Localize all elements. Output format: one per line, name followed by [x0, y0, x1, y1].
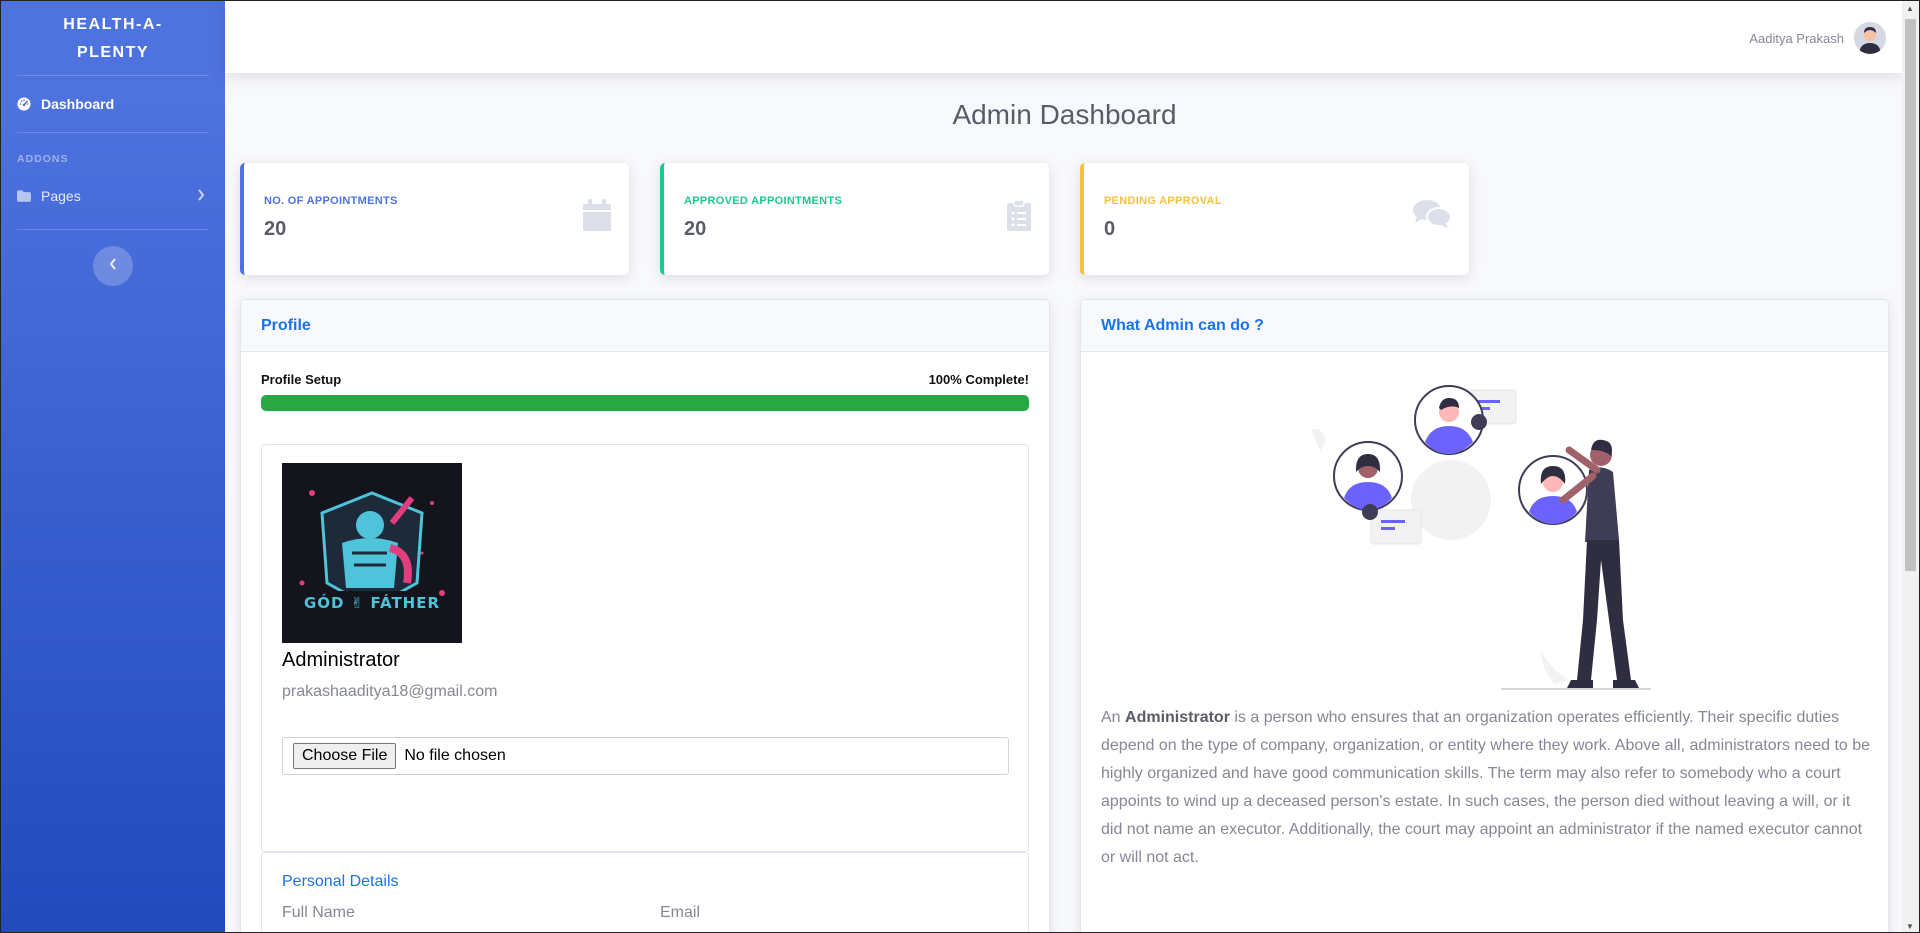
- stat-card-appointments: NO. OF APPOINTMENTS 20: [240, 163, 629, 275]
- profile-complete-label: 100% Complete!: [928, 372, 1029, 387]
- sidebar-item-pages[interactable]: Pages: [1, 177, 225, 215]
- sidebar-heading-addons: ADDONS: [17, 153, 69, 165]
- user-avatar: [1854, 22, 1886, 54]
- admin-desc-bold: Administrator: [1125, 709, 1230, 726]
- brand-line-2: PLENTY: [76, 44, 150, 61]
- stat-card-pending: PENDING APPROVAL 0: [1080, 163, 1469, 275]
- profile-photo-file-input[interactable]: Choose File No file chosen: [282, 737, 1009, 775]
- stat-label: APPROVED APPOINTMENTS: [684, 195, 843, 207]
- sidebar-item-dashboard[interactable]: Dashboard: [1, 76, 225, 132]
- stat-label: PENDING APPROVAL: [1104, 195, 1222, 207]
- chevron-right-icon: [197, 188, 205, 204]
- profile-image: GÓD ✌ FÁTHER: [282, 463, 462, 643]
- folder-icon: [17, 190, 33, 202]
- personal-details-heading: Personal Details: [282, 873, 399, 890]
- admin-info-card-header: What Admin can do ?: [1081, 300, 1888, 352]
- page-scrollbar[interactable]: ▲ ▼: [1902, 1, 1919, 932]
- profile-setup-label: Profile Setup: [261, 372, 342, 387]
- brand-line-1: HEALTH-A-: [63, 16, 163, 33]
- email-label: Email: [660, 904, 701, 921]
- user-dropdown[interactable]: Aaditya Prakash: [1749, 22, 1886, 54]
- clipboard-list-icon: [1007, 199, 1031, 236]
- choose-file-button[interactable]: Choose File: [293, 743, 397, 769]
- profile-card-header: Profile: [241, 300, 1049, 352]
- sidebar: HEALTH-A- PLENTY Dashboard ADDONS Pages: [1, 1, 225, 932]
- calendar-icon: [583, 199, 611, 236]
- admin-description: An Administrator is a person who ensures…: [1101, 704, 1871, 872]
- scroll-down-arrow-icon[interactable]: ▼: [1906, 922, 1914, 931]
- profile-role: Administrator: [282, 649, 400, 671]
- admin-illustration: [1301, 380, 1671, 700]
- profile-progress-section: Profile Setup 100% Complete!: [261, 372, 1029, 411]
- profile-email: prakashaaditya18@gmail.com: [282, 683, 498, 700]
- stat-value: 20: [264, 218, 287, 240]
- scroll-up-arrow-icon[interactable]: ▲: [1906, 4, 1914, 13]
- stat-label: NO. OF APPOINTMENTS: [264, 195, 398, 207]
- user-name: Aaditya Prakash: [1749, 30, 1844, 46]
- stat-card-approved: APPROVED APPOINTMENTS 20: [660, 163, 1049, 275]
- topbar: Aaditya Prakash: [225, 1, 1904, 73]
- file-status-text: No file chosen: [404, 747, 506, 764]
- admin-info-card-title: What Admin can do ?: [1101, 316, 1264, 334]
- profile-card: Profile Profile Setup 100% Complete! GÓD…: [240, 299, 1050, 932]
- admin-info-card: What Admin can do ? An Administrator is …: [1080, 299, 1889, 932]
- page-title: Admin Dashboard: [952, 99, 1177, 130]
- personal-details-box: Personal Details Full Name Email: [261, 852, 1029, 932]
- sidebar-item-dashboard-label: Dashboard: [41, 96, 115, 112]
- profile-progress-fill: [261, 395, 1029, 411]
- profile-card-title: Profile: [261, 316, 311, 334]
- sidebar-toggle-button[interactable]: [93, 246, 133, 286]
- admin-desc-after: is a person who ensures that an organiza…: [1101, 709, 1871, 866]
- comments-icon: [1413, 199, 1452, 234]
- admin-desc-before: An: [1101, 709, 1126, 726]
- app-root: HEALTH-A- PLENTY Dashboard ADDONS Pages: [0, 0, 1920, 933]
- profile-info-box: GÓD ✌ FÁTHER Administrator prakashaadity…: [261, 444, 1029, 852]
- stat-value: 20: [684, 218, 707, 240]
- profile-image-logo-text: GÓD ✌ FÁTHER: [303, 594, 441, 612]
- brand-logo-text[interactable]: HEALTH-A- PLENTY: [1, 3, 225, 75]
- stat-value: 0: [1104, 218, 1116, 240]
- profile-progress-bar: [261, 395, 1029, 411]
- full-name-label: Full Name: [282, 904, 355, 921]
- sidebar-divider: [17, 229, 209, 230]
- scrollbar-thumb[interactable]: [1905, 19, 1916, 571]
- tachometer-icon: [17, 97, 33, 111]
- chevron-left-icon: [109, 257, 117, 275]
- sidebar-item-pages-label: Pages: [41, 188, 81, 204]
